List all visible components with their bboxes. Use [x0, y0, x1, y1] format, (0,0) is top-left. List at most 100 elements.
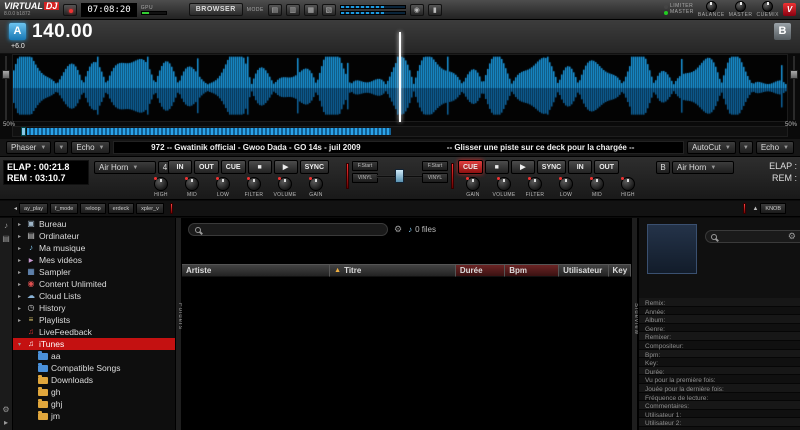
knob-mid[interactable]: MID [181, 177, 203, 198]
layout-panel-1-icon[interactable]: ▤ [268, 4, 282, 16]
column-header-titre[interactable]: ▲Titre [330, 264, 456, 277]
knob-dial[interactable] [559, 177, 573, 191]
search-input[interactable] [205, 224, 381, 235]
sideview-collapse-strip[interactable]: Sideview [631, 218, 638, 430]
layout-panel-4-icon[interactable]: ▧ [322, 4, 336, 16]
favorites-icon[interactable]: ♪ [4, 221, 8, 230]
knob-high[interactable]: HIGH [150, 177, 172, 198]
power-button[interactable] [63, 4, 77, 16]
sidebar-item-ma-musique[interactable]: ▸Ma musique [13, 242, 175, 254]
column-header-bpm[interactable]: Bpm [505, 264, 559, 277]
knob-page-button[interactable]: KNOB [760, 203, 786, 214]
info-search-box[interactable] [705, 230, 800, 243]
column-header-utilisateur[interactable]: Utilisateur [559, 264, 608, 277]
deck-b-pitch-slider[interactable] [790, 56, 798, 120]
deck-b-sampler-select[interactable]: Air Horn ▼ [672, 161, 734, 174]
disclosure-arrow[interactable]: ▸ [16, 281, 23, 288]
crossfader-handle[interactable] [395, 169, 404, 183]
knob-gain[interactable]: GAIN [305, 177, 327, 198]
sidebar-item-history[interactable]: ▸History [13, 302, 175, 314]
deck-a-fx1-options[interactable]: ▼ [54, 141, 68, 154]
knob-dial[interactable] [466, 177, 480, 191]
deck-b-in-button[interactable]: IN [568, 160, 592, 174]
browser-button[interactable]: BROWSER [189, 3, 243, 16]
knob-dial[interactable] [216, 177, 230, 191]
deck-b-deck-select[interactable]: B [656, 161, 670, 174]
deck-b-fstart-toggle[interactable]: F.Start [422, 161, 448, 171]
knob-dial[interactable] [528, 177, 542, 191]
knob-dial[interactable] [185, 177, 199, 191]
sidebar-item-content-unlimited[interactable]: ▸Content Unlimited [13, 278, 175, 290]
list-view-icon[interactable]: ▤ [2, 234, 10, 243]
disclosure-arrow[interactable]: ▸ [16, 245, 23, 252]
gear-icon[interactable]: ⚙ [2, 405, 9, 414]
sidebar-item-playlists[interactable]: ▸Playlists [13, 314, 175, 326]
cuemix-knob[interactable]: CUEMIX [757, 1, 779, 18]
folders-collapse-strip[interactable]: Folders [175, 218, 182, 430]
knob-dial[interactable] [154, 177, 168, 191]
knob-filter[interactable]: FILTER [243, 177, 265, 198]
knob-page-up-icon[interactable]: ▲ [752, 206, 758, 212]
sidebar-item-cloud-lists[interactable]: ▸Cloud Lists [13, 290, 175, 302]
disclosure-arrow[interactable]: ▸ [16, 233, 23, 240]
overview-cue-marker[interactable] [21, 127, 26, 136]
deck-a-sync-button[interactable]: SYNC [300, 160, 329, 174]
knob-volume[interactable]: VOLUME [493, 177, 515, 198]
sidebar-item-aa[interactable]: aa [13, 350, 175, 362]
knob-volume[interactable]: VOLUME [274, 177, 296, 198]
disclosure-arrow[interactable]: ▸ [16, 257, 23, 264]
knob-dial[interactable] [497, 177, 511, 191]
layout-panel-2-icon[interactable]: ▥ [286, 4, 300, 16]
deck-a-out-button[interactable]: OUT [194, 160, 219, 174]
deck-a-stop-button[interactable]: ■ [248, 160, 272, 174]
disclosure-arrow[interactable]: ▸ [16, 293, 23, 300]
deck-b-stop-button[interactable]: ■ [485, 160, 509, 174]
knob-gain[interactable]: GAIN [462, 177, 484, 198]
column-header-durée[interactable]: Durée [456, 264, 505, 277]
deck-a-badge[interactable]: A [9, 23, 26, 40]
deck-b-cue-button[interactable]: CUE [458, 160, 483, 174]
sidebar-item-downloads[interactable]: Downloads [13, 374, 175, 386]
sidebar-item-ghj[interactable]: ghj [13, 398, 175, 410]
deck-a-fx2-select[interactable]: Echo ▼ [71, 141, 109, 154]
sidebar-item-gh[interactable]: gh [13, 386, 175, 398]
crossfader[interactable] [376, 169, 424, 183]
sidebar-item-ordinateur[interactable]: ▸Ordinateur [13, 230, 175, 242]
knob-dial[interactable] [590, 177, 604, 191]
knob-dial[interactable] [247, 177, 261, 191]
sidebar-item-compatible-songs[interactable]: Compatible Songs [13, 362, 175, 374]
layout-panel-3-icon[interactable]: ▦ [304, 4, 318, 16]
sidebar-item-jm[interactable]: jm [13, 410, 175, 422]
pitch-slider-handle[interactable] [790, 70, 798, 79]
disclosure-arrow[interactable]: ▸ [16, 269, 23, 276]
sidebar-item-sampler[interactable]: ▸Sampler [13, 266, 175, 278]
disclosure-arrow[interactable]: ▸ [16, 305, 23, 312]
disclosure-arrow[interactable]: ▸ [16, 221, 23, 228]
sampler-pad-xpler_v[interactable]: xpler_v [136, 203, 164, 214]
deck-a-pitch-slider[interactable] [2, 56, 10, 120]
column-header-artiste[interactable]: Artiste [182, 264, 330, 277]
disclosure-arrow[interactable]: ▸ [16, 317, 23, 324]
record-panel-icon[interactable]: ◉ [410, 4, 424, 16]
search-options-gear-icon[interactable]: ⚙ [394, 224, 402, 235]
deck-a-sampler-select[interactable]: Air Horn ▼ [94, 161, 156, 174]
sampler-pad-f_mode[interactable]: f_mode [50, 203, 78, 214]
deck-b-badge[interactable]: B [774, 23, 791, 40]
sidebar-item-mes-vid-os[interactable]: ▸Mes vidéos [13, 254, 175, 266]
deck-b-fx2-select[interactable]: Echo ▼ [756, 141, 794, 154]
deck-a-fstart-toggle[interactable]: F.Start [352, 161, 378, 171]
sampler-pad-ay_play[interactable]: ay_play [19, 203, 48, 214]
column-header-key[interactable]: Key [609, 264, 631, 277]
deck-b-out-button[interactable]: OUT [594, 160, 619, 174]
deck-b-fx1-options[interactable]: ▼ [739, 141, 753, 154]
expand-icon[interactable]: ▸ [4, 418, 8, 427]
deck-b-sync-button[interactable]: SYNC [537, 160, 566, 174]
deck-a-play-button[interactable]: ▶ [274, 160, 298, 174]
sampler-pad-erdeck[interactable]: erdeck [108, 203, 135, 214]
balance-knob[interactable]: BALANCE [698, 1, 725, 18]
mic-panel-icon[interactable]: ▮ [428, 4, 442, 16]
master-volume-knob[interactable]: MASTER [729, 1, 753, 18]
sidebar-item-itunes[interactable]: ▾iTunes [13, 338, 175, 350]
pitch-slider-handle[interactable] [2, 70, 10, 79]
knob-filter[interactable]: FILTER [524, 177, 546, 198]
